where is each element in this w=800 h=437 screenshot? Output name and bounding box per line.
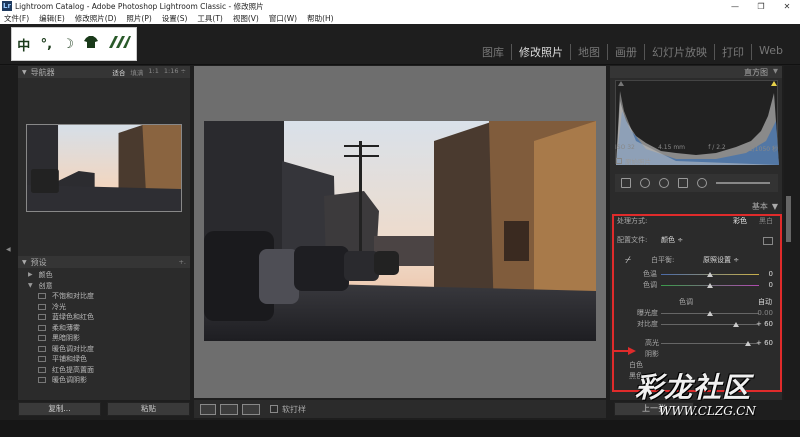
presets-header[interactable]: ▼ 预设 +. — [18, 256, 190, 268]
module-print[interactable]: 打印 — [715, 44, 753, 60]
module-slideshow[interactable]: 幻灯片放映 — [645, 44, 716, 60]
watermark-url: WWW.CLZG.CN — [659, 404, 756, 418]
toolbar-grip-icon[interactable] — [108, 36, 131, 52]
disclosure-icon[interactable]: ▼ — [22, 69, 27, 76]
preset-item[interactable]: 暖色调对比度 — [28, 344, 190, 355]
ime-punct[interactable]: °, — [41, 37, 52, 52]
expanded-folder-icon: ▼ — [28, 281, 33, 289]
presets-panel: ▼ 预设 +. ▶ 颜色 ▼ 创意 不饱和对比度 冷光 蓝绿色和红色 柔和薄雾 黑暗… — [18, 256, 190, 386]
lightroom-app-icon: Lr — [2, 1, 12, 11]
menu-window[interactable]: 窗口(W) — [269, 13, 297, 24]
center-toolbar: 软打样 — [194, 400, 606, 418]
module-library[interactable]: 图库 — [475, 44, 513, 60]
navigator-preview[interactable] — [26, 124, 182, 212]
maximize-button[interactable]: ❐ — [748, 2, 774, 11]
zoom-1-1[interactable]: 1:1 — [148, 67, 158, 77]
navigator-header[interactable]: ▼ 导航器 适合 填满 1:1 1:16 ÷ — [18, 66, 190, 78]
preset-item[interactable]: 暖色调阴影 — [28, 375, 190, 386]
swap-button[interactable] — [242, 403, 260, 415]
add-preset-button[interactable]: +. — [178, 258, 186, 266]
menu-bar: 文件(F) 编辑(E) 修改照片(D) 照片(P) 设置(S) 工具(T) 视图… — [0, 12, 800, 24]
preset-icon — [38, 377, 46, 384]
ime-toolbar[interactable]: 中 °, ☽ — [11, 27, 137, 61]
disclosure-icon[interactable]: ▼ — [22, 259, 27, 266]
minimize-button[interactable]: — — [722, 2, 748, 11]
preset-list: ▶ 颜色 ▼ 创意 不饱和对比度 冷光 蓝绿色和红色 柔和薄雾 黑暗阴影 暖色调对比… — [18, 268, 190, 386]
watermark: 彩龙社区 WWW.CLZG.CN — [635, 366, 785, 426]
softproof-checkbox[interactable] — [270, 405, 278, 413]
preset-item[interactable]: 柔和薄雾 — [28, 323, 190, 334]
paste-button[interactable]: 粘贴 — [107, 402, 190, 416]
menu-photo[interactable]: 照片(P) — [126, 13, 151, 24]
softproof-label: 软打样 — [282, 404, 306, 414]
histogram[interactable] — [615, 80, 779, 165]
main-photo[interactable] — [204, 121, 596, 341]
right-edge[interactable] — [784, 66, 800, 400]
preset-folder[interactable]: ▶ 颜色 — [28, 270, 190, 281]
moon-icon[interactable]: ☽ — [62, 37, 74, 52]
loupe-view-button[interactable] — [200, 403, 216, 415]
menu-tools[interactable]: 工具(T) — [197, 13, 222, 24]
preset-folder[interactable]: ▼ 创意 — [28, 281, 190, 292]
menu-settings[interactable]: 设置(S) — [162, 13, 188, 24]
module-develop[interactable]: 修改照片 — [512, 44, 572, 60]
menu-file[interactable]: 文件(F) — [4, 13, 29, 24]
collapsed-folder-icon: ▶ — [28, 271, 33, 278]
preset-icon — [38, 356, 46, 363]
ime-lang[interactable]: 中 — [17, 35, 30, 54]
module-web[interactable]: Web — [752, 44, 790, 60]
menu-edit[interactable]: 编辑(E) — [39, 13, 65, 24]
window-title: Lightroom Catalog - Adobe Photoshop Ligh… — [15, 1, 264, 11]
menu-help[interactable]: 帮助(H) — [307, 13, 334, 24]
preset-item[interactable]: 不饱和对比度 — [28, 291, 190, 302]
module-map[interactable]: 地图 — [571, 44, 609, 60]
disclosure-icon[interactable]: ▼ — [773, 67, 778, 78]
preset-icon — [38, 293, 46, 300]
menu-develop[interactable]: 修改照片(D) — [75, 13, 117, 24]
preset-icon — [38, 314, 46, 321]
preset-icon — [38, 303, 46, 310]
histogram-header[interactable]: 直方图 ▼ — [610, 66, 782, 78]
preset-icon — [38, 345, 46, 352]
filmstrip-edge — [0, 420, 800, 437]
menu-view[interactable]: 视图(V) — [233, 13, 259, 24]
preset-icon — [38, 324, 46, 331]
annotation-arrow-icon — [614, 347, 636, 355]
navigator-title: 导航器 — [30, 67, 55, 77]
header-divider — [0, 64, 800, 65]
preset-icon — [38, 366, 46, 373]
before-after-button[interactable] — [220, 403, 238, 415]
left-panel: ▼ 导航器 适合 填满 1:1 1:16 ÷ ▼ 预设 +. ▶ 颜色 ▼ 创意… — [18, 66, 190, 400]
preset-item[interactable]: 平铺和绿色 — [28, 354, 190, 365]
shirt-icon[interactable] — [84, 36, 99, 52]
zoom-fill[interactable]: 填满 — [130, 67, 143, 77]
left-buttons: 复制... 粘贴 — [18, 402, 190, 418]
preset-item[interactable]: 红色提高置面 — [28, 365, 190, 376]
presets-title: 预设 — [30, 257, 47, 267]
module-book[interactable]: 画册 — [608, 44, 646, 60]
preset-item[interactable]: 冷光 — [28, 302, 190, 313]
preset-item[interactable]: 蓝绿色和红色 — [28, 312, 190, 323]
close-button[interactable]: ✕ — [774, 2, 800, 11]
copy-button[interactable]: 复制... — [18, 402, 101, 416]
zoom-custom[interactable]: 1:16 ÷ — [164, 67, 186, 77]
watermark-text: 彩龙社区 — [635, 371, 752, 404]
collapse-left-icon[interactable]: ◀ — [6, 246, 11, 253]
left-edge[interactable]: ◀ — [0, 66, 18, 400]
module-picker: 图库 修改照片 地图 画册 幻灯片放映 打印 Web — [475, 44, 790, 60]
zoom-fit[interactable]: 适合 — [112, 67, 125, 77]
preset-item[interactable]: 黑暗阴影 — [28, 333, 190, 344]
right-scrollbar[interactable] — [786, 196, 791, 242]
title-bar: Lr Lightroom Catalog - Adobe Photoshop L… — [0, 0, 800, 12]
image-canvas[interactable] — [194, 66, 606, 398]
histogram-title: 直方图 — [744, 67, 768, 77]
navigator-panel — [18, 78, 190, 256]
preset-icon — [38, 335, 46, 342]
